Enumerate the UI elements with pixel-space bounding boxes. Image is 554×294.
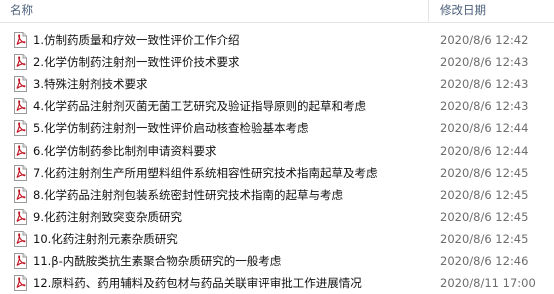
file-name: 2.化学仿制药注射剂一致性评价技术要求 xyxy=(33,55,240,70)
file-modified-date: 2020/8/6 12:42 xyxy=(440,33,529,47)
file-name: 12.原料药、药用辅料及药包材与药品关联审评审批工作进展情况 xyxy=(33,276,362,291)
pdf-file-icon xyxy=(14,230,27,247)
file-modified-date: 2020/8/6 12:45 xyxy=(440,165,529,180)
pdf-file-icon xyxy=(14,54,27,71)
pdf-file-icon xyxy=(14,98,27,115)
file-name: 8.化学药品注射剂包装系统密封性研究技术指南的起草与考虑 xyxy=(33,187,343,202)
name-column-header[interactable]: 名称 xyxy=(10,2,33,18)
file-name: 11.β-内酰胺类抗生素聚合物杂质研究的一般考虑 xyxy=(33,254,282,268)
file-name: 9.化药注射剂致突变杂质研究 xyxy=(33,209,182,224)
pdf-file-icon xyxy=(14,32,27,48)
file-modified-date: 2020/8/6 12:45 xyxy=(440,187,529,202)
pdf-file-icon xyxy=(14,164,27,181)
file-modified-date: 2020/8/6 12:43 xyxy=(440,77,529,92)
pdf-file-icon xyxy=(14,208,27,225)
pdf-file-icon xyxy=(14,186,27,203)
file-name: 4.化学药品注射剂灭菌无菌工艺研究及验证指导原则的起草和考虑 xyxy=(33,99,366,114)
column-header-bar: 名称 修改日期 xyxy=(0,0,554,23)
file-modified-date: 2020/8/6 12:44 xyxy=(440,143,529,158)
file-name: 10.化药注射剂元素杂质研究 xyxy=(33,231,178,246)
file-row[interactable]: 10.化药注射剂元素杂质研究 2020/8/6 12:45 xyxy=(0,229,554,249)
file-row[interactable]: 8.化学药品注射剂包装系统密封性研究技术指南的起草与考虑 2020/8/6 12:… xyxy=(0,185,554,205)
file-row[interactable]: 9.化药注射剂致突变杂质研究 2020/8/6 12:45 xyxy=(0,207,554,227)
file-row[interactable]: 6.化学仿制药参比制剂申请资料要求 2020/8/6 12:44 xyxy=(0,141,554,161)
file-modified-date: 2020/8/6 12:46 xyxy=(440,254,529,268)
file-name: 5.化学仿制药注射剂一致性评价启动核查检验基本考虑 xyxy=(33,121,309,136)
file-name: 1.仿制药质量和疗效一致性评价工作介绍 xyxy=(33,33,240,47)
file-modified-date: 2020/8/6 12:45 xyxy=(440,231,529,246)
pdf-file-icon xyxy=(14,76,27,93)
column-divider[interactable] xyxy=(428,0,429,22)
pdf-file-icon xyxy=(14,142,27,159)
file-row[interactable]: 1.仿制药质量和疗效一致性评价工作介绍 2020/8/6 12:42 xyxy=(0,30,554,50)
file-row[interactable]: 2.化学仿制药注射剂一致性评价技术要求 2020/8/6 12:43 xyxy=(0,52,554,72)
pdf-file-icon xyxy=(14,275,27,292)
file-name: 3.特殊注射剂技术要求 xyxy=(33,77,148,92)
file-row[interactable]: 7.化药注射剂生产所用塑料组件系统相容性研究技术指南起草及考虑 2020/8/6 … xyxy=(0,163,554,183)
file-modified-date: 2020/8/6 12:43 xyxy=(440,99,529,114)
file-row[interactable]: 3.特殊注射剂技术要求 2020/8/6 12:43 xyxy=(0,74,554,94)
file-row[interactable]: 5.化学仿制药注射剂一致性评价启动核查检验基本考虑 2020/8/6 12:44 xyxy=(0,118,554,138)
date-modified-column-header[interactable]: 修改日期 xyxy=(440,2,486,18)
file-row[interactable]: 12.原料药、药用辅料及药包材与药品关联审评审批工作进展情况 2020/8/11 … xyxy=(0,273,554,293)
file-name: 7.化药注射剂生产所用塑料组件系统相容性研究技术指南起草及考虑 xyxy=(33,165,378,180)
file-name: 6.化学仿制药参比制剂申请资料要求 xyxy=(33,143,217,158)
file-modified-date: 2020/8/6 12:44 xyxy=(440,121,529,136)
file-modified-date: 2020/8/11 17:00 xyxy=(440,276,536,291)
pdf-file-icon xyxy=(14,120,27,137)
file-row[interactable]: 4.化学药品注射剂灭菌无菌工艺研究及验证指导原则的起草和考虑 2020/8/6 1… xyxy=(0,96,554,116)
file-modified-date: 2020/8/6 12:43 xyxy=(440,55,529,70)
file-row[interactable]: 11.β-内酰胺类抗生素聚合物杂质研究的一般考虑 2020/8/6 12:46 xyxy=(0,251,554,271)
pdf-file-icon xyxy=(14,253,27,269)
file-modified-date: 2020/8/6 12:45 xyxy=(440,209,529,224)
